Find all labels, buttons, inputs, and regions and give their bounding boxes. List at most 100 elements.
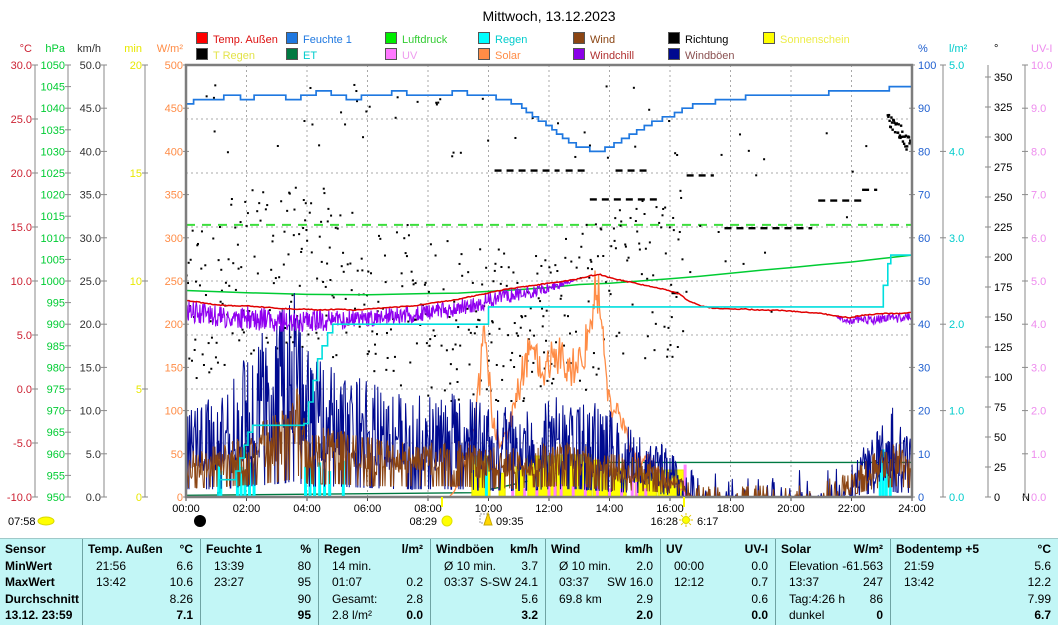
table-group-temp-au-en: Temp. Außen°C21:566.613:4210.68.267.1	[82, 539, 200, 625]
svg-text:0.0: 0.0	[86, 492, 101, 504]
svg-text:150: 150	[165, 362, 183, 374]
svg-text:10: 10	[918, 449, 930, 461]
cell-value: 95	[298, 574, 318, 591]
cell-value: 7.99	[1028, 591, 1058, 608]
svg-text:-5.0: -5.0	[13, 438, 32, 450]
cell-label: Gesamt:	[319, 591, 377, 608]
cell-label	[891, 591, 904, 608]
cell-value: 0.6	[751, 591, 775, 608]
svg-text:12:00: 12:00	[535, 503, 563, 515]
axis-W/m²: 050100150200250300350400450500W/m²	[157, 43, 189, 504]
svg-text:N: N	[1022, 492, 1030, 504]
cell-label: Ø 10 min.	[546, 558, 611, 575]
svg-text:%: %	[918, 43, 928, 55]
cell-value: SW 16.0	[607, 574, 660, 591]
svg-text:75: 75	[994, 402, 1006, 414]
svg-text:50.0: 50.0	[80, 60, 101, 72]
svg-text:7.0: 7.0	[1031, 190, 1046, 202]
cell-label: 21:56	[83, 558, 126, 575]
cell-label	[431, 591, 444, 608]
svg-text:5.0: 5.0	[17, 330, 32, 342]
svg-text:1035: 1035	[41, 125, 65, 137]
svg-text:14:00: 14:00	[596, 503, 624, 515]
svg-text:10.0: 10.0	[1031, 60, 1052, 72]
cell-value: 3.7	[521, 558, 545, 575]
svg-text:min: min	[124, 43, 142, 55]
svg-text:80: 80	[918, 146, 930, 158]
svg-text:955: 955	[47, 470, 65, 482]
marker-0935-label: 09:35	[496, 516, 524, 528]
table-row-label: MinWert	[0, 558, 82, 575]
svg-text:04:00: 04:00	[293, 503, 321, 515]
svg-text:980: 980	[47, 362, 65, 374]
cell-value: 0.7	[751, 574, 775, 591]
svg-text:90: 90	[918, 103, 930, 115]
sunset-time-label: 16:28	[650, 516, 678, 528]
svg-text:15.0: 15.0	[11, 222, 32, 234]
group-header-unit: °C	[1038, 541, 1058, 558]
svg-text:4.0: 4.0	[1031, 319, 1046, 331]
group-header-name: Temp. Außen	[83, 541, 163, 558]
table-row-label: Durchschnitt	[0, 591, 82, 608]
cell-value: -61.563	[842, 558, 890, 575]
svg-text:W/m²: W/m²	[157, 43, 184, 55]
svg-text:10.0: 10.0	[80, 406, 101, 418]
cell-label: Tag:4:26 h	[776, 591, 845, 608]
cell-label	[546, 607, 559, 624]
svg-text:1000: 1000	[41, 276, 65, 288]
svg-text:UV-I: UV-I	[1031, 43, 1052, 55]
svg-text:25.0: 25.0	[11, 114, 32, 126]
svg-text:300: 300	[165, 233, 183, 245]
svg-text:22:00: 22:00	[838, 503, 866, 515]
cell-value: 2.9	[636, 591, 660, 608]
cell-label	[201, 591, 214, 608]
group-header-name: Feuchte 1	[201, 541, 262, 558]
cell-label: Elevation	[776, 558, 838, 575]
svg-text:4.0: 4.0	[949, 146, 964, 158]
new-moon-icon	[194, 515, 206, 527]
cell-value: 3.2	[521, 607, 545, 624]
svg-text:5.0: 5.0	[86, 449, 101, 461]
table-row-label: 13.12. 23:59	[0, 607, 82, 624]
svg-text:3.0: 3.0	[1031, 362, 1046, 374]
axis-UV-I: 0.01.02.03.04.05.06.07.08.09.010.0UV-I	[1022, 43, 1052, 504]
svg-text:1.0: 1.0	[1031, 449, 1046, 461]
sun-marker-tick	[441, 497, 443, 507]
svg-text:6.0: 6.0	[1031, 233, 1046, 245]
cell-value: 2.8	[406, 591, 430, 608]
svg-text:1010: 1010	[41, 233, 65, 245]
svg-text:350: 350	[994, 72, 1012, 84]
svg-text:15: 15	[130, 168, 142, 180]
svg-text:60: 60	[918, 233, 930, 245]
cell-label	[83, 607, 96, 624]
svg-text:25: 25	[994, 462, 1006, 474]
group-header-unit: l/m²	[402, 541, 430, 558]
svg-text:5: 5	[136, 384, 142, 396]
svg-text:5.0: 5.0	[949, 60, 964, 72]
svg-text:125: 125	[994, 342, 1012, 354]
cell-value: 7.1	[176, 607, 200, 624]
cell-label: dunkel	[776, 607, 824, 624]
cell-label: 14 min.	[319, 558, 371, 575]
cell-value: 5.6	[521, 591, 545, 608]
cell-label: 13:42	[891, 574, 934, 591]
cell-value: 247	[863, 574, 890, 591]
svg-text:20:00: 20:00	[777, 503, 805, 515]
table-group-feuchte-1: Feuchte 1%13:398023:27959095	[200, 539, 318, 625]
cell-label	[201, 607, 214, 624]
axis-km/h: 0.05.010.015.020.025.030.035.040.045.050…	[77, 43, 107, 504]
table-row-label: MaxWert	[0, 574, 82, 591]
table-column-sensor: SensorMinWertMaxWertDurchschnitt13.12. 2…	[0, 539, 82, 625]
cell-label: 12:12	[661, 574, 704, 591]
x-axis: 00:0002:0004:0006:0008:0010:0012:0014:00…	[172, 497, 926, 515]
svg-text:40: 40	[918, 319, 930, 331]
cell-value: 6.6	[176, 558, 200, 575]
svg-text:km/h: km/h	[77, 43, 101, 55]
svg-text:50: 50	[994, 432, 1006, 444]
svg-text:06:00: 06:00	[354, 503, 382, 515]
axis-°: 0N25507510012515017520022525027530032535…	[985, 43, 1030, 504]
svg-text:1015: 1015	[41, 211, 65, 223]
cell-value: 0	[876, 607, 890, 624]
svg-text:995: 995	[47, 298, 65, 310]
svg-text:l/m²: l/m²	[949, 43, 968, 55]
